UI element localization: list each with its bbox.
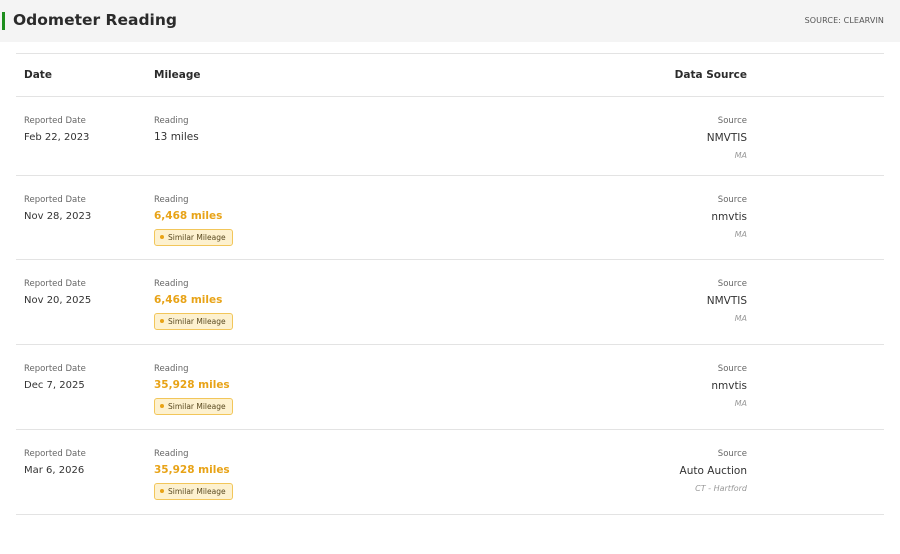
similar-mileage-badge: Similar Mileage (154, 313, 233, 330)
reported-date: Nov 28, 2023 (24, 211, 92, 222)
table-row: Reported Date Nov 28, 2023 Reading 6,468… (16, 176, 884, 260)
warning-dot-icon (160, 235, 164, 239)
date-label: Reported Date (24, 279, 86, 289)
similar-mileage-badge: Similar Mileage (154, 483, 233, 500)
warning-dot-icon (160, 319, 164, 323)
badge-label: Similar Mileage (168, 402, 226, 411)
reading-value: 13 miles (154, 131, 199, 143)
source-label: Source (717, 116, 747, 126)
badge-label: Similar Mileage (168, 317, 226, 326)
data-source-label: SOURCE: CLEARVIN (804, 16, 884, 25)
source-label: Source (717, 279, 747, 289)
table-row: Reported Date Mar 6, 2026 Reading 35,928… (16, 430, 884, 515)
source-location: CT - Hartford (695, 484, 747, 493)
source-label: Source (717, 364, 747, 374)
reported-date: Mar 6, 2026 (24, 465, 85, 476)
warning-dot-icon (160, 489, 164, 493)
source-location: MA (734, 314, 747, 323)
reading-value: 6,468 miles (154, 210, 223, 222)
source-value: Auto Auction (679, 465, 747, 477)
reading-label: Reading (154, 195, 189, 205)
reading-label: Reading (154, 116, 189, 126)
source-value: NMVTIS (706, 132, 747, 144)
reading-value: 35,928 miles (154, 379, 230, 391)
section-title: Odometer Reading (13, 11, 177, 29)
date-label: Reported Date (24, 116, 86, 126)
source-label: Source (717, 449, 747, 459)
source-label: Source (717, 195, 747, 205)
source-value: nmvtis (711, 211, 747, 223)
source-value: NMVTIS (706, 295, 747, 307)
table-row: Reported Date Dec 7, 2025 Reading 35,928… (16, 345, 884, 430)
reading-label: Reading (154, 364, 189, 374)
column-header-data-source: Data Source (674, 69, 747, 81)
similar-mileage-badge: Similar Mileage (154, 229, 233, 246)
header-accent-bar (2, 12, 5, 30)
reported-date: Nov 20, 2025 (24, 295, 92, 306)
reading-value: 35,928 miles (154, 464, 230, 476)
date-label: Reported Date (24, 449, 86, 459)
reading-label: Reading (154, 279, 189, 289)
odometer-table: Date Mileage Data Source Reported Date F… (16, 53, 884, 515)
source-location: MA (734, 151, 747, 160)
badge-label: Similar Mileage (168, 233, 226, 242)
table-row: Reported Date Nov 20, 2025 Reading 6,468… (16, 260, 884, 345)
section-header: Odometer Reading SOURCE: CLEARVIN (0, 0, 900, 42)
warning-dot-icon (160, 404, 164, 408)
table-row: Reported Date Feb 22, 2023 Reading 13 mi… (16, 97, 884, 176)
column-header-mileage: Mileage (154, 69, 201, 81)
source-location: MA (734, 399, 747, 408)
date-label: Reported Date (24, 364, 86, 374)
reported-date: Feb 22, 2023 (24, 132, 90, 143)
column-header-date: Date (24, 69, 52, 81)
similar-mileage-badge: Similar Mileage (154, 398, 233, 415)
reading-label: Reading (154, 449, 189, 459)
reported-date: Dec 7, 2025 (24, 380, 85, 391)
table-header: Date Mileage Data Source (16, 54, 884, 97)
reading-value: 6,468 miles (154, 294, 223, 306)
date-label: Reported Date (24, 195, 86, 205)
badge-label: Similar Mileage (168, 487, 226, 496)
source-location: MA (734, 230, 747, 239)
source-value: nmvtis (711, 380, 747, 392)
